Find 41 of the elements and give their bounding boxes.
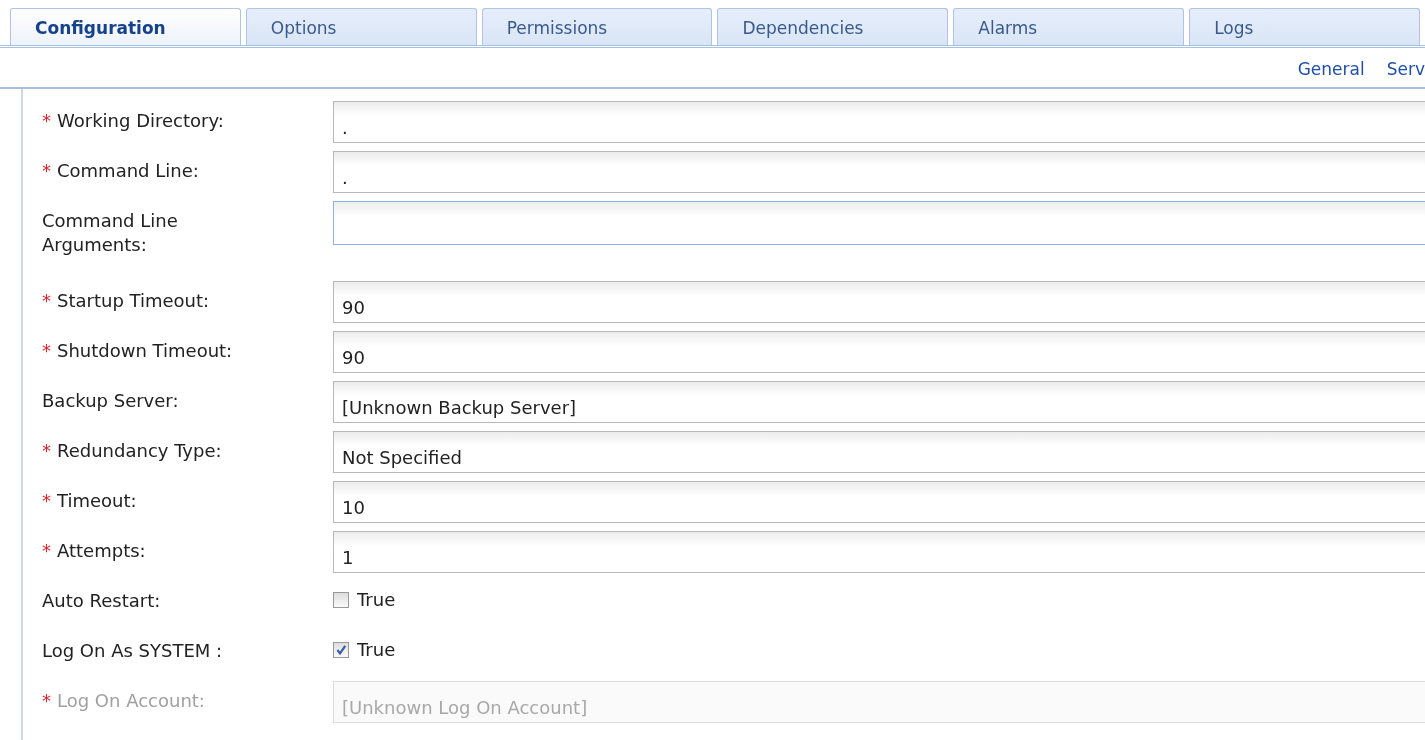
required-mark: *	[42, 440, 51, 461]
required-mark: *	[42, 110, 51, 131]
field-label: Shutdown Timeout:	[57, 340, 233, 361]
input-field[interactable]: .	[333, 101, 1425, 143]
required-mark: *	[42, 160, 51, 181]
checkbox[interactable]	[333, 641, 349, 658]
required-mark: *	[42, 340, 51, 361]
input-field[interactable]: 10	[333, 481, 1425, 523]
input-field[interactable]: Not Specified	[333, 431, 1425, 473]
tab[interactable]: Logs	[1189, 8, 1420, 45]
checkbox-label: True	[357, 589, 396, 610]
input-field[interactable]	[333, 201, 1425, 245]
section-link[interactable]: General	[1297, 59, 1365, 79]
input-field[interactable]: .	[333, 151, 1425, 193]
tab[interactable]: Permissions	[481, 8, 713, 45]
checkbox[interactable]	[333, 591, 349, 608]
field-label: Backup Server:	[41, 389, 180, 413]
tab[interactable]: Options	[245, 8, 477, 45]
tab[interactable]: Dependencies	[717, 8, 949, 45]
required-mark: *	[42, 290, 51, 311]
field-label: Attempts:	[57, 540, 146, 561]
input-field[interactable]: 90	[333, 331, 1425, 373]
tab[interactable]: Alarms	[953, 8, 1185, 45]
field-label: Log On Account:	[57, 690, 205, 711]
required-mark: *	[42, 490, 51, 511]
checkbox-label: True	[357, 639, 396, 660]
field-label: Command Line Arguments:	[41, 209, 179, 257]
field-label: Timeout:	[57, 490, 137, 511]
input-field[interactable]: 90	[333, 281, 1425, 323]
section-link[interactable]: Serv	[1386, 59, 1425, 79]
field-label: Redundancy Type:	[57, 440, 222, 461]
field-label: Startup Timeout:	[57, 290, 210, 311]
field-label: Working Directory:	[57, 110, 224, 131]
required-mark: *	[42, 540, 51, 561]
field-label: Command Line:	[57, 160, 199, 181]
field-label: Auto Restart:	[41, 589, 162, 613]
field-label: Log On As SYSTEM :	[41, 639, 224, 663]
required-mark: *	[42, 690, 51, 711]
input-field[interactable]: [Unknown Backup Server]	[333, 381, 1425, 423]
tab[interactable]: Configuration	[10, 8, 241, 45]
input-field[interactable]: 1	[333, 531, 1425, 573]
